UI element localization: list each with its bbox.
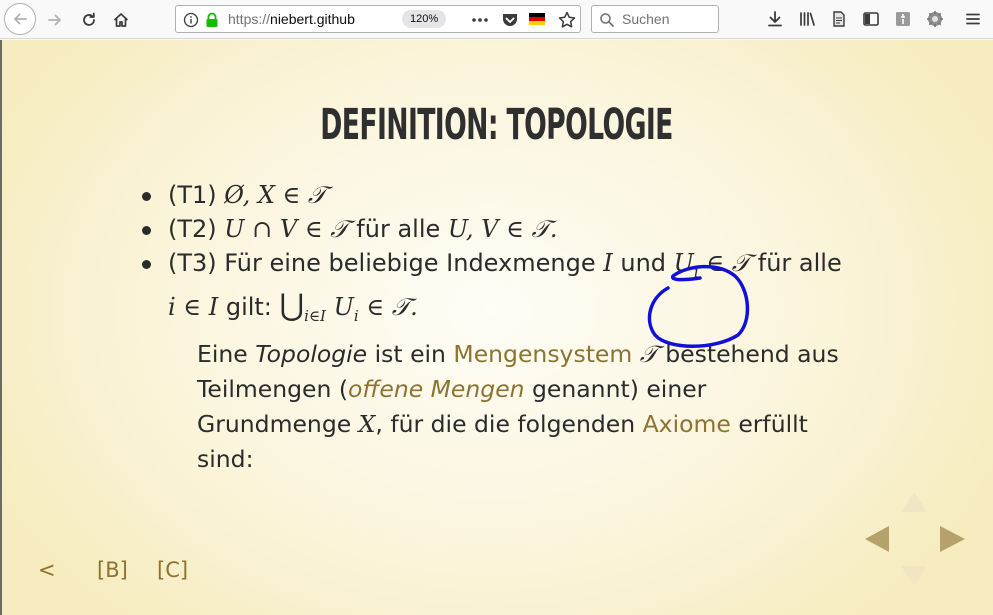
library-button[interactable] — [797, 9, 817, 29]
set-U: U — [333, 292, 354, 321]
axiom-text: und — [620, 249, 667, 277]
info-icon[interactable] — [183, 12, 199, 28]
extension-icon — [896, 12, 910, 26]
reload-button[interactable] — [76, 7, 102, 33]
index-i: i — [693, 262, 699, 281]
back-icon — [14, 13, 27, 25]
symbol-T: 𝒯 — [632, 340, 658, 368]
home-button[interactable] — [108, 7, 134, 33]
addon-gear-icon — [927, 11, 943, 27]
reader-view-button[interactable] — [829, 9, 849, 29]
bookmark-star-icon[interactable] — [557, 10, 577, 30]
term-topologie: Topologie — [255, 340, 368, 368]
axiom-formula: ∈ 𝒯 — [706, 249, 751, 277]
index-i: i — [353, 306, 359, 325]
library-icon — [800, 12, 815, 26]
browser-toolbar: https://niebert.github 120% Suchen — [0, 0, 993, 39]
text: , für die die folgenden — [375, 410, 643, 438]
url-scheme: https:// — [228, 11, 271, 27]
axiom-label: (T1) — [168, 181, 217, 209]
axiom-t1: (T1) Ø, X ∈ 𝒯 — [138, 178, 858, 212]
extension-button[interactable] — [893, 9, 913, 29]
german-flag-icon[interactable] — [529, 13, 545, 25]
search-placeholder: Suchen — [622, 11, 670, 27]
axiom-text: gilt: — [225, 292, 272, 321]
axiom-text: für alle — [757, 249, 842, 277]
download-icon — [768, 11, 782, 27]
zoom-indicator[interactable]: 120% — [402, 10, 447, 28]
link-mengensystem[interactable]: Mengensystem — [453, 340, 632, 368]
axiom-t3: (T3) Für eine beliebige Indexmenge I und… — [138, 246, 858, 333]
axiom-text: (T3) Für eine beliebige Indexmenge — [168, 249, 596, 277]
axiom-formula: U ∩ V ∈ 𝒯 — [224, 215, 349, 243]
text: Eine — [197, 340, 256, 368]
sidebar-button[interactable] — [861, 9, 881, 29]
forward-button[interactable] — [42, 7, 68, 33]
page-actions-icon[interactable] — [470, 10, 490, 30]
slide-left-edge — [0, 40, 2, 615]
nav-down-arrow[interactable] — [900, 564, 928, 588]
axiom-formula: I — [603, 249, 613, 277]
nav-right-arrow[interactable] — [938, 524, 966, 554]
prev-link[interactable]: < — [38, 558, 56, 582]
axiom-formula: Ui — [333, 292, 359, 325]
axiom-t2: (T2) U ∩ V ∈ 𝒯 für alle U, V ∈ 𝒯. — [138, 212, 858, 246]
search-bar[interactable]: Suchen — [591, 5, 719, 33]
pocket-icon[interactable] — [500, 10, 520, 30]
set-U: U — [673, 249, 694, 277]
download-button[interactable] — [765, 9, 785, 29]
url-text[interactable]: https://niebert.github — [228, 11, 368, 27]
nav-left-arrow[interactable] — [864, 524, 890, 554]
definition-text: Eine Topologie ist ein Mengensystem 𝒯 be… — [197, 337, 867, 477]
back-button[interactable] — [4, 3, 36, 35]
forward-icon — [48, 14, 61, 26]
link-axiome[interactable]: Axiome — [643, 410, 731, 438]
menu-button[interactable] — [963, 9, 983, 29]
nav-up-arrow[interactable] — [900, 490, 928, 514]
reload-icon — [83, 12, 95, 26]
axiom-list: (T1) Ø, X ∈ 𝒯 (T2) U ∩ V ∈ 𝒯 für alle U,… — [138, 178, 858, 333]
addon-button[interactable] — [925, 9, 945, 29]
link-c[interactable]: [C] — [157, 558, 188, 582]
axiom-label: (T2) — [168, 215, 217, 243]
text: ist ein — [367, 340, 454, 368]
axiom-formula: Ui — [673, 249, 699, 281]
axiom-formula: Ø, X ∈ 𝒯 — [224, 181, 327, 209]
axiom-formula: i ∈ I — [168, 292, 219, 321]
home-icon — [113, 13, 129, 27]
link-offene-mengen[interactable]: offene Mengen — [348, 375, 525, 403]
lock-icon[interactable] — [205, 12, 219, 28]
axiom-text: für alle — [356, 215, 441, 243]
url-bar[interactable]: https://niebert.github 120% — [175, 5, 581, 33]
link-b[interactable]: [B] — [97, 558, 128, 582]
slide-title: DEFINITION: TOPOLOGIE — [320, 100, 673, 150]
search-icon — [600, 13, 614, 27]
reader-icon — [833, 11, 845, 27]
sidebar-icon — [863, 12, 879, 26]
union-symbol: ⋃ — [279, 287, 305, 323]
url-host: niebert.github — [270, 11, 355, 27]
menu-icon — [966, 13, 980, 25]
axiom-formula: ∈ 𝒯. — [366, 292, 418, 321]
union-index: i∈I — [304, 306, 326, 325]
axiom-formula: U, V ∈ 𝒯. — [447, 215, 558, 243]
symbol-X: X — [358, 410, 376, 438]
